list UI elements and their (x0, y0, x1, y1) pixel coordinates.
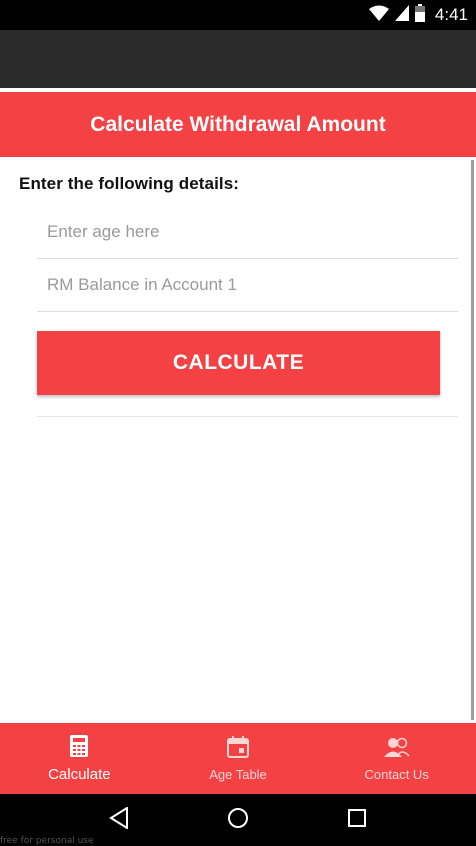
nav-item-age-table[interactable]: Age Table (159, 723, 318, 794)
nav-label-calculate: Calculate (48, 765, 111, 783)
scrollbar[interactable] (471, 160, 474, 720)
nav-label-contact-us: Contact Us (364, 766, 429, 782)
status-icons: 4:41 (368, 0, 468, 30)
watermark: free for personal use (0, 836, 94, 846)
status-bar: 4:41 (0, 0, 476, 30)
content-divider (37, 416, 458, 417)
signal-icon (394, 4, 409, 26)
calculate-button[interactable]: CALCULATE (37, 331, 440, 395)
nav-item-calculate[interactable]: Calculate (0, 723, 159, 794)
bottom-nav: Calculate Age Table Contact Us (0, 723, 476, 794)
status-time: 4:41 (434, 5, 468, 24)
instructions-label: Enter the following details: (19, 174, 240, 193)
title-bar: Calculate Withdrawal Amount (0, 92, 476, 157)
home-icon[interactable] (227, 807, 249, 834)
balance-field[interactable] (37, 259, 458, 312)
calculator-icon (70, 734, 89, 762)
calendar-icon (227, 735, 249, 763)
back-icon[interactable] (109, 805, 129, 834)
age-field[interactable] (37, 206, 458, 259)
nav-label-age-table: Age Table (209, 766, 267, 782)
nav-item-contact-us[interactable]: Contact Us (317, 723, 476, 794)
age-input[interactable] (37, 206, 458, 258)
balance-input[interactable] (37, 259, 458, 311)
battery-icon (414, 3, 425, 27)
recents-icon[interactable] (347, 808, 367, 833)
wifi-icon (368, 5, 389, 26)
action-bar (0, 30, 476, 88)
page-title: Calculate Withdrawal Amount (90, 112, 386, 136)
contacts-icon (383, 736, 410, 763)
